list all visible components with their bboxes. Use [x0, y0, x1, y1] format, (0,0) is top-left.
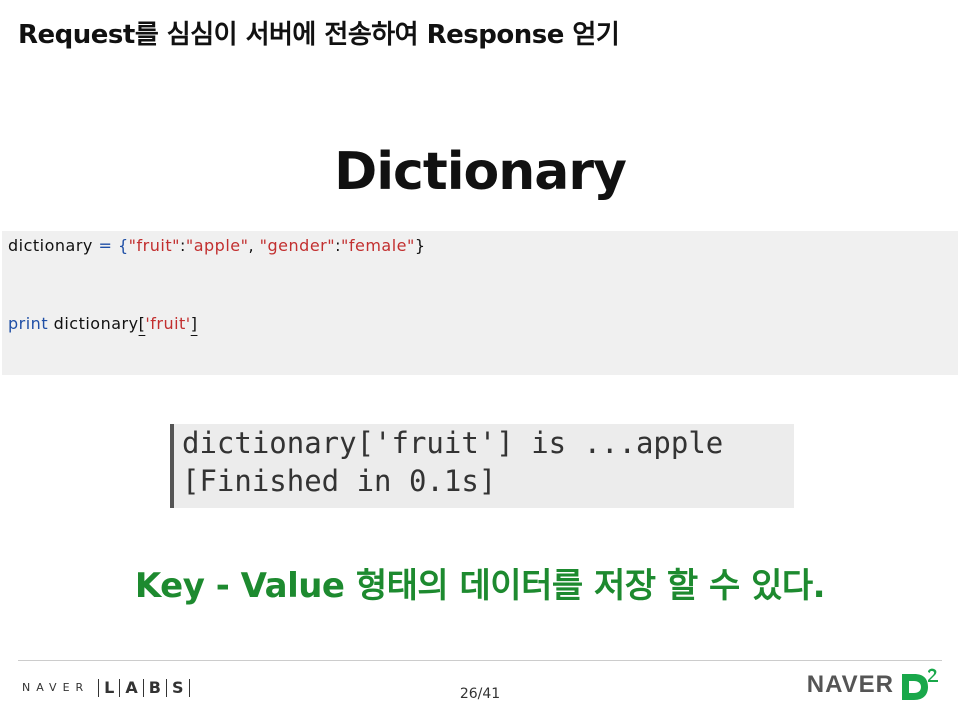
- d2-mark-icon: [902, 668, 938, 700]
- naver-d2-brand: NAVER: [806, 671, 894, 698]
- code-var: dictionary: [48, 314, 139, 333]
- code-key-literal: 'fruit': [145, 314, 191, 333]
- naver-d2-logo: NAVER: [807, 668, 940, 702]
- code-print-keyword: print: [8, 314, 49, 333]
- highlight-note: Key - Value 형태의 데이터를 저장 할 수 있다.: [134, 566, 826, 606]
- code-comma: ,: [248, 236, 260, 255]
- code-value-female: "female": [340, 236, 415, 255]
- section-title: Dictionary: [334, 142, 627, 202]
- code-bracket-close: ]: [190, 314, 198, 333]
- header-title: Request를 심심이 서버에 전송하여 Response 얻기: [18, 20, 620, 50]
- code-value-apple: "apple": [185, 236, 249, 255]
- code-line-2: print dictionary['fruit']: [8, 314, 197, 333]
- console-line-2: [Finished in 0.1s]: [182, 464, 497, 498]
- console-output: dictionary['fruit'] is ...apple [Finishe…: [170, 424, 794, 508]
- console-line-1: dictionary['fruit'] is ...apple: [182, 426, 724, 460]
- code-key-gender: "gender": [259, 236, 336, 255]
- footer-divider: [18, 660, 942, 661]
- code-line-1: dictionary = {"fruit":"apple", "gender":…: [8, 236, 426, 255]
- code-key-fruit: "fruit": [128, 236, 180, 255]
- code-assign: = {: [92, 236, 129, 255]
- code-var: dictionary: [8, 236, 93, 255]
- code-brace-close: }: [414, 236, 426, 255]
